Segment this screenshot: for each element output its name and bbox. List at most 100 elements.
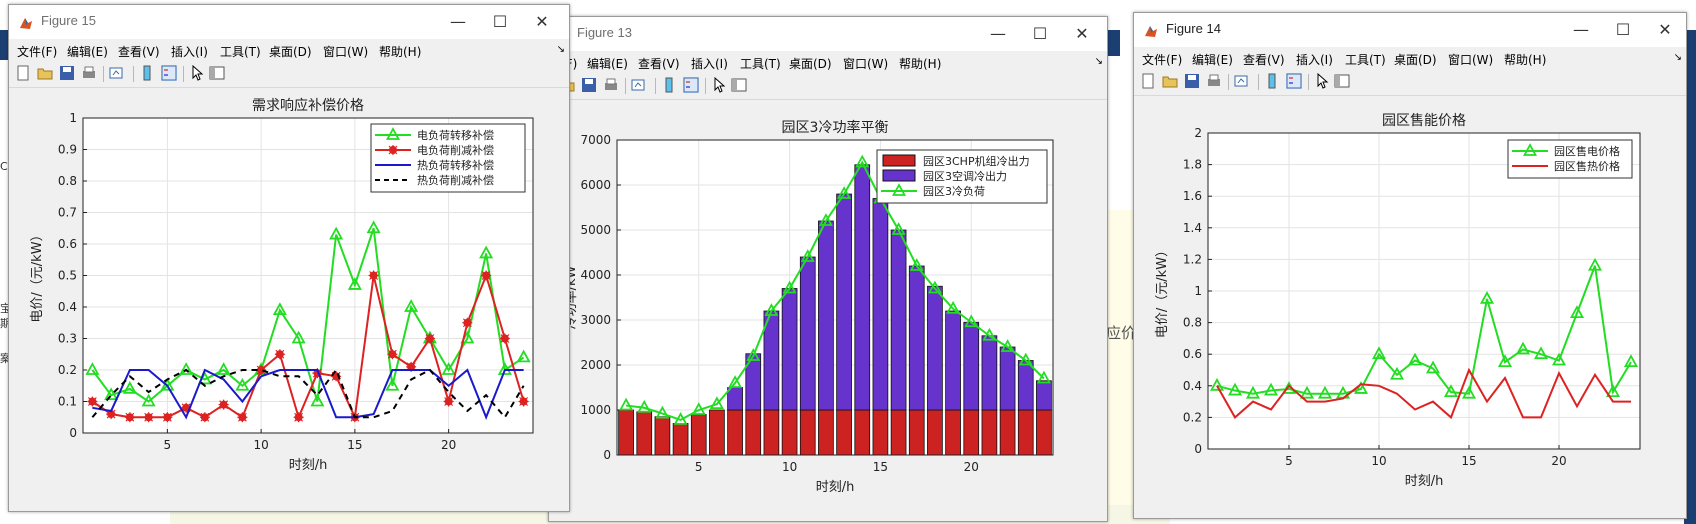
maximize-button[interactable]: ☐: [1023, 21, 1057, 47]
menu-item[interactable]: 工具(T): [740, 55, 781, 72]
menu-item[interactable]: 查看(V): [118, 43, 160, 60]
y-tick-label: 0.6: [58, 237, 77, 251]
bar-ac-cooling: [1036, 380, 1052, 411]
menu-item[interactable]: 文件(F): [1142, 51, 1182, 68]
menu-item[interactable]: 窗口(W): [1448, 51, 1493, 68]
open-folder-icon[interactable]: [37, 65, 53, 81]
pointer-icon[interactable]: [1314, 72, 1330, 89]
bg-fragment-text: C: [0, 160, 8, 173]
close-button[interactable]: ✕: [1648, 17, 1682, 43]
y-tick-label: 2000: [580, 358, 611, 372]
plot-area[interactable]: 5 10 15 20 0 0.2 0.4 0.6 0.8 1 1.2 1.4 1.6 1.8 2 园区售能价格…: [1134, 96, 1686, 518]
legend-entry: 热负荷削减补偿: [417, 173, 494, 187]
save-icon[interactable]: [1184, 73, 1200, 89]
pointer-icon[interactable]: [711, 76, 727, 93]
bar-chp-cooling: [763, 409, 780, 456]
close-button[interactable]: ✕: [525, 9, 559, 35]
save-icon[interactable]: [59, 65, 75, 81]
plot-area[interactable]: 5 10 15 20 0 0.1 0.2 0.3 0.4 0.5 0.6 0.7 0.8 0.9 1 需求响应…: [9, 88, 569, 511]
chart-svg[interactable]: 5 10 15 20 0 1000 2000 3000 4000 5000 6000 7000 园区3冷…: [549, 100, 1107, 520]
new-file-icon[interactable]: [15, 65, 31, 81]
y-tick-label: 0.8: [1183, 316, 1202, 330]
menu-item[interactable]: 插入(I): [171, 43, 208, 60]
menu-bar: 文件(F) 编辑(E) 查看(V) 插入(I) 工具(T) 桌面(D) 窗口(W) 帮助(H)…: [1134, 47, 1686, 69]
menu-item[interactable]: 桌面(D): [1394, 51, 1437, 68]
figure-15-window[interactable]: Figure 15 — ☐ ✕ 文件(F) 编辑(E) 查看(V) 插入(I) 工具(T…: [8, 4, 570, 512]
print-icon[interactable]: [1206, 73, 1222, 89]
new-file-icon[interactable]: [1140, 73, 1156, 89]
menu-item[interactable]: 插入(I): [1296, 51, 1333, 68]
menu-item[interactable]: 窗口(W): [323, 43, 368, 60]
legend-entry: 园区售电价格: [1554, 144, 1620, 158]
property-editor-icon[interactable]: [1334, 73, 1350, 89]
legend-icon[interactable]: [1286, 73, 1302, 89]
save-icon[interactable]: [581, 77, 597, 93]
menu-overflow-icon[interactable]: ↘: [1095, 56, 1103, 67]
property-editor-icon[interactable]: [731, 77, 747, 93]
figure-14-window[interactable]: Figure 14 — ☐ ✕ 文件(F) 编辑(E) 查看(V) 插入(I) 工具(T…: [1133, 12, 1687, 519]
data-point-marker: [162, 412, 173, 423]
bar-chp-cooling: [745, 409, 762, 456]
menu-overflow-icon[interactable]: ↘: [1674, 52, 1682, 63]
menu-bar: 文件(F)编辑(E)查看(V)插入(I)工具(T)桌面(D)窗口(W)帮助(H)…: [549, 51, 1107, 73]
property-editor-icon[interactable]: [209, 65, 225, 81]
menu-item[interactable]: 窗口(W): [843, 55, 888, 72]
bar-chp-cooling: [981, 409, 998, 456]
menu-item[interactable]: 编辑(E): [67, 43, 108, 60]
colorbar-icon[interactable]: [661, 77, 677, 93]
legend-icon[interactable]: [683, 77, 699, 93]
menu-item[interactable]: 编辑(E): [587, 55, 628, 72]
legend-entry: 热负荷转移补偿: [417, 158, 494, 172]
close-button[interactable]: ✕: [1065, 21, 1099, 47]
title-bar[interactable]: Figure 15 — ☐ ✕: [9, 5, 569, 39]
title-bar[interactable]: Figure 13 — ☐ ✕: [549, 17, 1107, 51]
open-folder-icon[interactable]: [1162, 73, 1178, 89]
x-tick-label: 20: [964, 460, 979, 474]
data-point-marker: [387, 349, 398, 360]
legend-icon[interactable]: [161, 65, 177, 81]
data-point-marker: [368, 270, 379, 281]
y-tick-label: 1.2: [1183, 252, 1202, 266]
plot-area[interactable]: 5 10 15 20 0 1000 2000 3000 4000 5000 6000 7000 园区3冷…: [549, 100, 1107, 521]
minimize-button[interactable]: —: [1564, 17, 1598, 43]
menu-item[interactable]: 帮助(H): [379, 43, 421, 60]
menu-overflow-icon[interactable]: ↘: [557, 44, 565, 55]
menu-item[interactable]: 桌面(D): [269, 43, 312, 60]
print-icon[interactable]: [603, 77, 619, 93]
link-plot-icon[interactable]: [631, 77, 647, 93]
data-point-marker: [424, 333, 435, 344]
bar-chp-cooling: [872, 409, 889, 456]
menu-item[interactable]: 文件(F): [17, 43, 57, 60]
menu-item[interactable]: 工具(T): [220, 43, 261, 60]
chart-svg[interactable]: 5 10 15 20 0 0.1 0.2 0.3 0.4 0.5 0.6 0.7 0.8 0.9 1 需求响应…: [9, 88, 569, 511]
colorbar-icon[interactable]: [1264, 73, 1280, 89]
link-plot-icon[interactable]: [1234, 73, 1250, 89]
menu-item[interactable]: 查看(V): [638, 55, 680, 72]
menu-item[interactable]: 桌面(D): [789, 55, 832, 72]
menu-item[interactable]: 插入(I): [691, 55, 728, 72]
chart-svg[interactable]: 5 10 15 20 0 0.2 0.4 0.6 0.8 1 1.2 1.4 1.6 1.8 2 园区售能价格…: [1134, 96, 1686, 518]
data-point-marker: [218, 399, 229, 410]
maximize-button[interactable]: ☐: [483, 9, 517, 35]
menu-item[interactable]: 编辑(E): [1192, 51, 1233, 68]
title-bar[interactable]: Figure 14 — ☐ ✕: [1134, 13, 1686, 47]
y-axis-label: 电价/（元/kW）: [30, 228, 45, 322]
colorbar-icon[interactable]: [139, 65, 155, 81]
menu-item[interactable]: 查看(V): [1243, 51, 1285, 68]
legend-entry: 电负荷转移补偿: [417, 128, 494, 142]
minimize-button[interactable]: —: [441, 9, 475, 35]
print-icon[interactable]: [81, 65, 97, 81]
link-plot-icon[interactable]: [109, 65, 125, 81]
data-point-marker: [462, 317, 473, 328]
legend-entry: 园区售热价格: [1554, 159, 1620, 173]
figure-13-window[interactable]: Figure 13 — ☐ ✕ 文件(F)编辑(E)查看(V)插入(I)工具(T…: [548, 16, 1108, 522]
bar-chp-cooling: [672, 423, 689, 456]
menu-item[interactable]: 工具(T): [1345, 51, 1386, 68]
data-point-marker: [293, 412, 304, 423]
maximize-button[interactable]: ☐: [1606, 17, 1640, 43]
menu-item[interactable]: 帮助(H): [899, 55, 941, 72]
pointer-icon[interactable]: [189, 64, 205, 81]
bar-chp-cooling: [836, 409, 852, 456]
menu-item[interactable]: 帮助(H): [1504, 51, 1546, 68]
minimize-button[interactable]: —: [981, 21, 1015, 47]
